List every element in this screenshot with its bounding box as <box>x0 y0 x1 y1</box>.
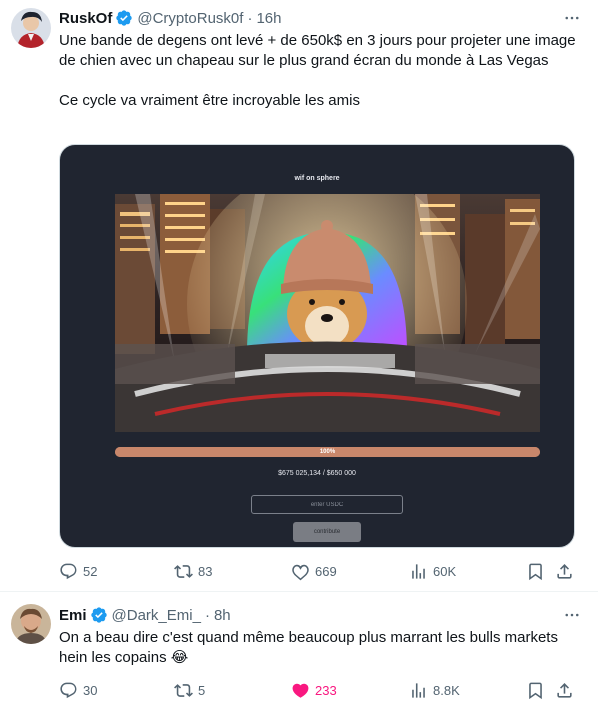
tweet-media[interactable]: wif on sphere 100% $675 025,134 / $650 0… <box>59 144 575 548</box>
repost-button[interactable]: 5 <box>174 680 205 700</box>
action-bar: 52 83 669 60K <box>59 561 582 581</box>
more-icon[interactable] <box>562 8 582 28</box>
reply-icon <box>60 682 77 698</box>
views-button[interactable]: 60K <box>409 561 456 581</box>
usdc-input[interactable] <box>251 495 403 514</box>
more-icon[interactable] <box>562 605 582 625</box>
avatar[interactable] <box>11 8 51 48</box>
sphere-image <box>115 194 540 432</box>
tweet-text: Une bande de degens ont levé + de 650k$ … <box>59 31 579 111</box>
author-name[interactable]: RuskOf <box>59 10 112 27</box>
views-icon <box>412 563 425 579</box>
like-icon <box>292 564 309 580</box>
views-button[interactable]: 8.8K <box>409 680 460 700</box>
repost-icon <box>174 683 193 697</box>
verified-icon <box>90 606 108 624</box>
share-icon[interactable] <box>555 561 579 581</box>
author-handle[interactable]: @CryptoRusk0f <box>137 10 243 27</box>
reply-icon <box>60 563 77 579</box>
repost-count: 83 <box>198 563 213 579</box>
author-handle[interactable]: @Dark_Emi_ <box>112 607 201 624</box>
views-count: 8.8K <box>433 682 460 698</box>
separator-dot: · <box>204 606 210 624</box>
bookmark-icon[interactable] <box>526 561 550 581</box>
bookmark-icon[interactable] <box>526 680 550 700</box>
tweet-ruskof[interactable]: RuskOf @CryptoRusk0f · 16h Une bande de … <box>0 0 598 592</box>
author-name[interactable]: Emi <box>59 607 87 624</box>
repost-button[interactable]: 83 <box>174 561 212 581</box>
contribute-button[interactable]: contribute <box>293 522 361 542</box>
tweet-text-paragraph: Ce cycle va vraiment être incroyable les… <box>59 92 360 109</box>
tweet-emi[interactable]: Emi @Dark_Emi_ · 8h On a beau dire c'est… <box>0 593 598 719</box>
share-icon[interactable] <box>555 680 579 700</box>
timestamp[interactable]: 8h <box>214 607 231 624</box>
tweet-text-paragraph: On a beau dire c'est quand même beaucoup… <box>59 629 558 666</box>
like-icon <box>292 683 309 698</box>
like-button[interactable]: 669 <box>291 561 337 581</box>
like-button[interactable]: 233 <box>291 680 337 700</box>
like-count: 669 <box>315 563 337 579</box>
action-bar: 30 5 233 8.8K <box>59 680 582 700</box>
progress-label: 100% <box>319 449 336 455</box>
reply-button[interactable]: 30 <box>59 680 97 700</box>
tweet-text: On a beau dire c'est quand même beaucoup… <box>59 628 579 668</box>
reply-count: 30 <box>83 682 98 698</box>
tweet-text-paragraph: Une bande de degens ont levé + de 650k$ … <box>59 32 576 69</box>
views-count: 60K <box>433 563 457 579</box>
verified-icon <box>115 9 133 27</box>
timestamp[interactable]: 16h <box>256 10 281 27</box>
repost-icon <box>174 564 193 578</box>
like-count: 233 <box>315 682 337 698</box>
reply-button[interactable]: 52 <box>59 561 97 581</box>
repost-count: 5 <box>198 682 206 698</box>
funding-progress-bar: 100% <box>115 447 540 457</box>
avatar[interactable] <box>11 604 51 644</box>
media-title: wif on sphere <box>294 175 340 182</box>
views-icon <box>412 682 425 698</box>
separator-dot: · <box>247 9 253 27</box>
reply-count: 52 <box>83 563 98 579</box>
amount-raised: $675 025,134 / $650 000 <box>278 470 356 477</box>
